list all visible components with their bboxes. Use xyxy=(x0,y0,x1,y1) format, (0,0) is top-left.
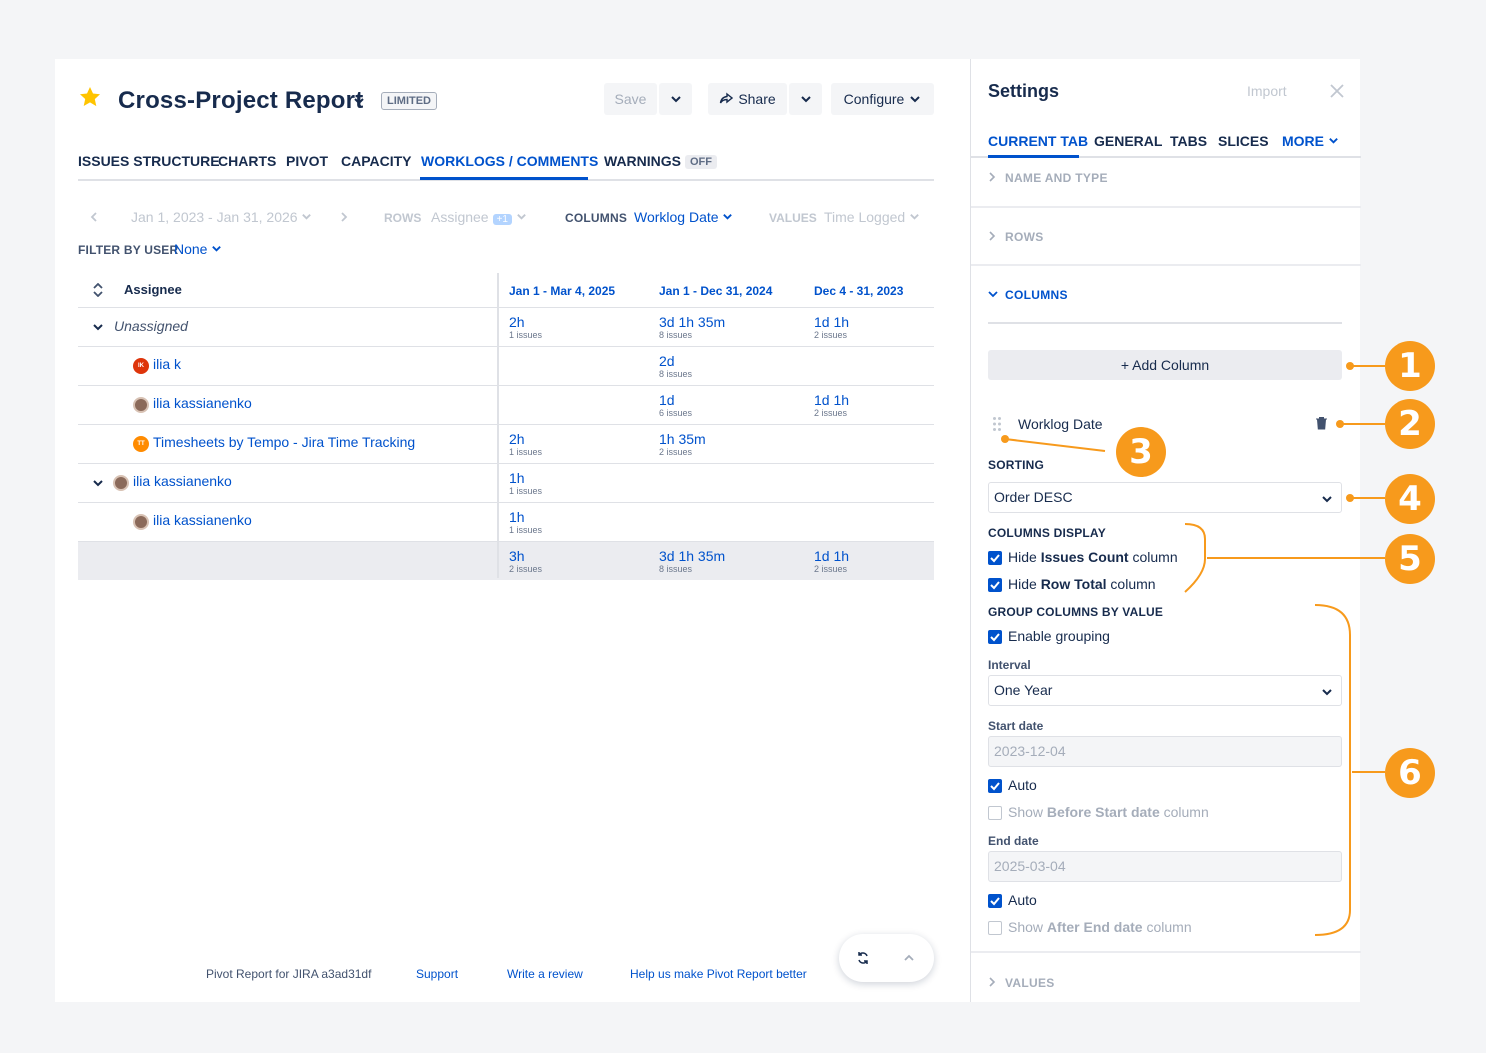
callout-badge: 4 xyxy=(1385,474,1435,524)
callout-badge: 5 xyxy=(1385,534,1435,584)
annotation-lines xyxy=(1001,362,1385,936)
callout-badge: 1 xyxy=(1385,341,1435,391)
callout-badge: 2 xyxy=(1385,399,1435,449)
callout-badge: 3 xyxy=(1116,427,1166,477)
callout-badge: 6 xyxy=(1385,748,1435,798)
